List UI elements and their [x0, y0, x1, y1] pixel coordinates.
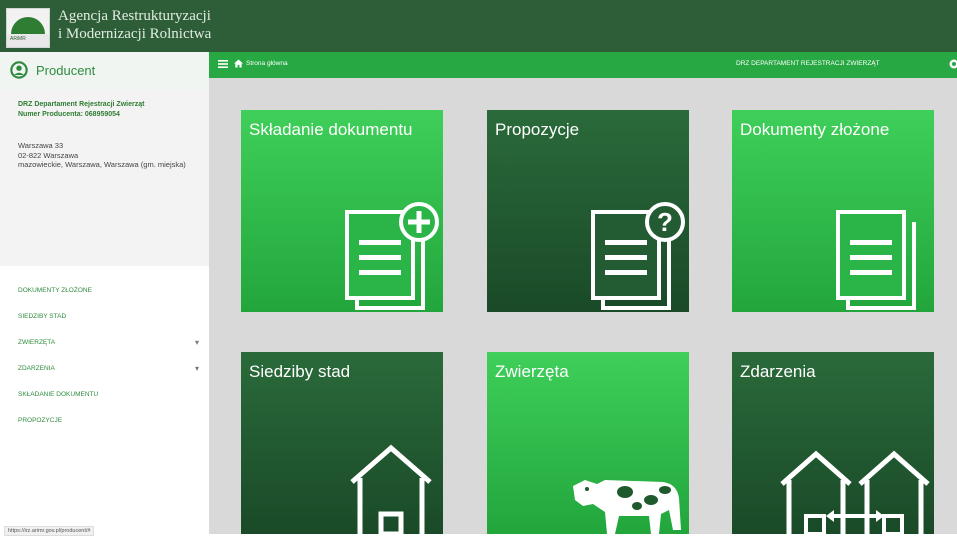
user-settings-icon[interactable]: [949, 59, 957, 69]
tile-title: Propozycje: [495, 120, 579, 140]
producer-address: Warszawa 33 02-822 Warszawa mazowieckie,…: [18, 141, 203, 170]
tile-title: Dokumenty złożone: [740, 120, 889, 140]
sidebar-item-dokumenty-zlozone[interactable]: DOKUMENTY ZŁOŻONE: [0, 280, 209, 306]
cow-icon: [565, 470, 689, 534]
logo-text: ARiMR: [10, 36, 26, 42]
agency-logo[interactable]: ARiMR: [6, 8, 50, 48]
top-navbar: Strona główna DRZ DEPARTAMENT REJESTRACJ…: [209, 52, 957, 78]
producer-department: DRZ Departament Rejestracji Zwierząt Num…: [18, 100, 144, 120]
sidebar-item-zwierzeta[interactable]: ZWIERZĘTA ▾: [0, 332, 209, 358]
documents-icon: [832, 200, 932, 310]
department-name: DRZ Departament Rejestracji Zwierząt: [18, 100, 144, 110]
document-add-icon: [341, 200, 441, 310]
address-line2: 02-822 Warszawa: [18, 151, 203, 161]
producer-info: DRZ Departament Rejestracji Zwierząt Num…: [0, 90, 209, 266]
sidebar-item-label: DOKUMENTY ZŁOŻONE: [18, 287, 92, 294]
producer-header[interactable]: Producent: [0, 52, 209, 91]
sidebar: Producent DRZ Departament Rejestracji Zw…: [0, 52, 210, 534]
tile-skladanie-dokumentu[interactable]: Składanie dokumentu: [241, 110, 443, 312]
status-bar-url: https://irz.arimr.gov.pl/producent/#: [4, 526, 94, 536]
sidebar-item-label: ZDARZENIA: [18, 365, 55, 372]
user-circle-icon: [10, 61, 28, 79]
chevron-down-icon: ▾: [195, 358, 199, 380]
agency-name-line2: i Modernizacji Rolnictwa: [58, 25, 211, 43]
address-line1: Warszawa 33: [18, 141, 203, 151]
producer-label: Producent: [36, 63, 95, 78]
tile-siedziby-stad[interactable]: Siedziby stad: [241, 352, 443, 534]
document-question-icon: ?: [587, 200, 687, 310]
sidebar-item-siedziby-stad[interactable]: SIEDZIBY STAD: [0, 306, 209, 332]
sidebar-item-label: SIEDZIBY STAD: [18, 313, 66, 320]
house-icon: [346, 442, 436, 534]
department-selector[interactable]: DRZ DEPARTAMENT REJESTRACJI ZWIERZĄT: [736, 60, 880, 67]
sidebar-item-label: ZWIERZĘTA: [18, 339, 55, 346]
svg-text:?: ?: [657, 207, 673, 237]
sidebar-menu: DOKUMENTY ZŁOŻONE SIEDZIBY STAD ZWIERZĘT…: [0, 280, 209, 436]
tile-dokumenty-zlozone[interactable]: Dokumenty złożone: [732, 110, 934, 312]
sidebar-item-label: PROPOZYCJE: [18, 417, 62, 424]
app-header: ARiMR Agencja Restrukturyzacji i Moderni…: [0, 0, 957, 52]
tile-propozycje[interactable]: Propozycje ?: [487, 110, 689, 312]
producer-number: Numer Producenta: 068959054: [18, 110, 144, 120]
dashboard-tiles: Składanie dokumentu Propozycje ? Dokumen…: [209, 78, 957, 534]
breadcrumb-home[interactable]: Strona główna: [246, 60, 288, 67]
houses-transfer-icon: [778, 444, 932, 534]
tile-zwierzeta[interactable]: Zwierzęta: [487, 352, 689, 534]
home-icon[interactable]: [234, 59, 243, 68]
chevron-down-icon: ▾: [195, 332, 199, 354]
agency-name-line1: Agencja Restrukturyzacji: [58, 7, 211, 25]
sidebar-item-zdarzenia[interactable]: ZDARZENIA ▾: [0, 358, 209, 384]
hamburger-menu-icon[interactable]: [218, 59, 228, 69]
tile-title: Składanie dokumentu: [249, 120, 413, 140]
address-line3: mazowieckie, Warszawa, Warszawa (gm. mie…: [18, 160, 203, 170]
agency-name: Agencja Restrukturyzacji i Modernizacji …: [58, 7, 211, 43]
sidebar-item-label: SKŁADANIE DOKUMENTU: [18, 391, 98, 398]
tile-title: Zdarzenia: [740, 362, 816, 382]
sidebar-item-propozycje[interactable]: PROPOZYCJE: [0, 410, 209, 436]
tile-title: Zwierzęta: [495, 362, 569, 382]
tile-zdarzenia[interactable]: Zdarzenia: [732, 352, 934, 534]
sidebar-item-skladanie-dokumentu[interactable]: SKŁADANIE DOKUMENTU: [0, 384, 209, 410]
tile-title: Siedziby stad: [249, 362, 350, 382]
